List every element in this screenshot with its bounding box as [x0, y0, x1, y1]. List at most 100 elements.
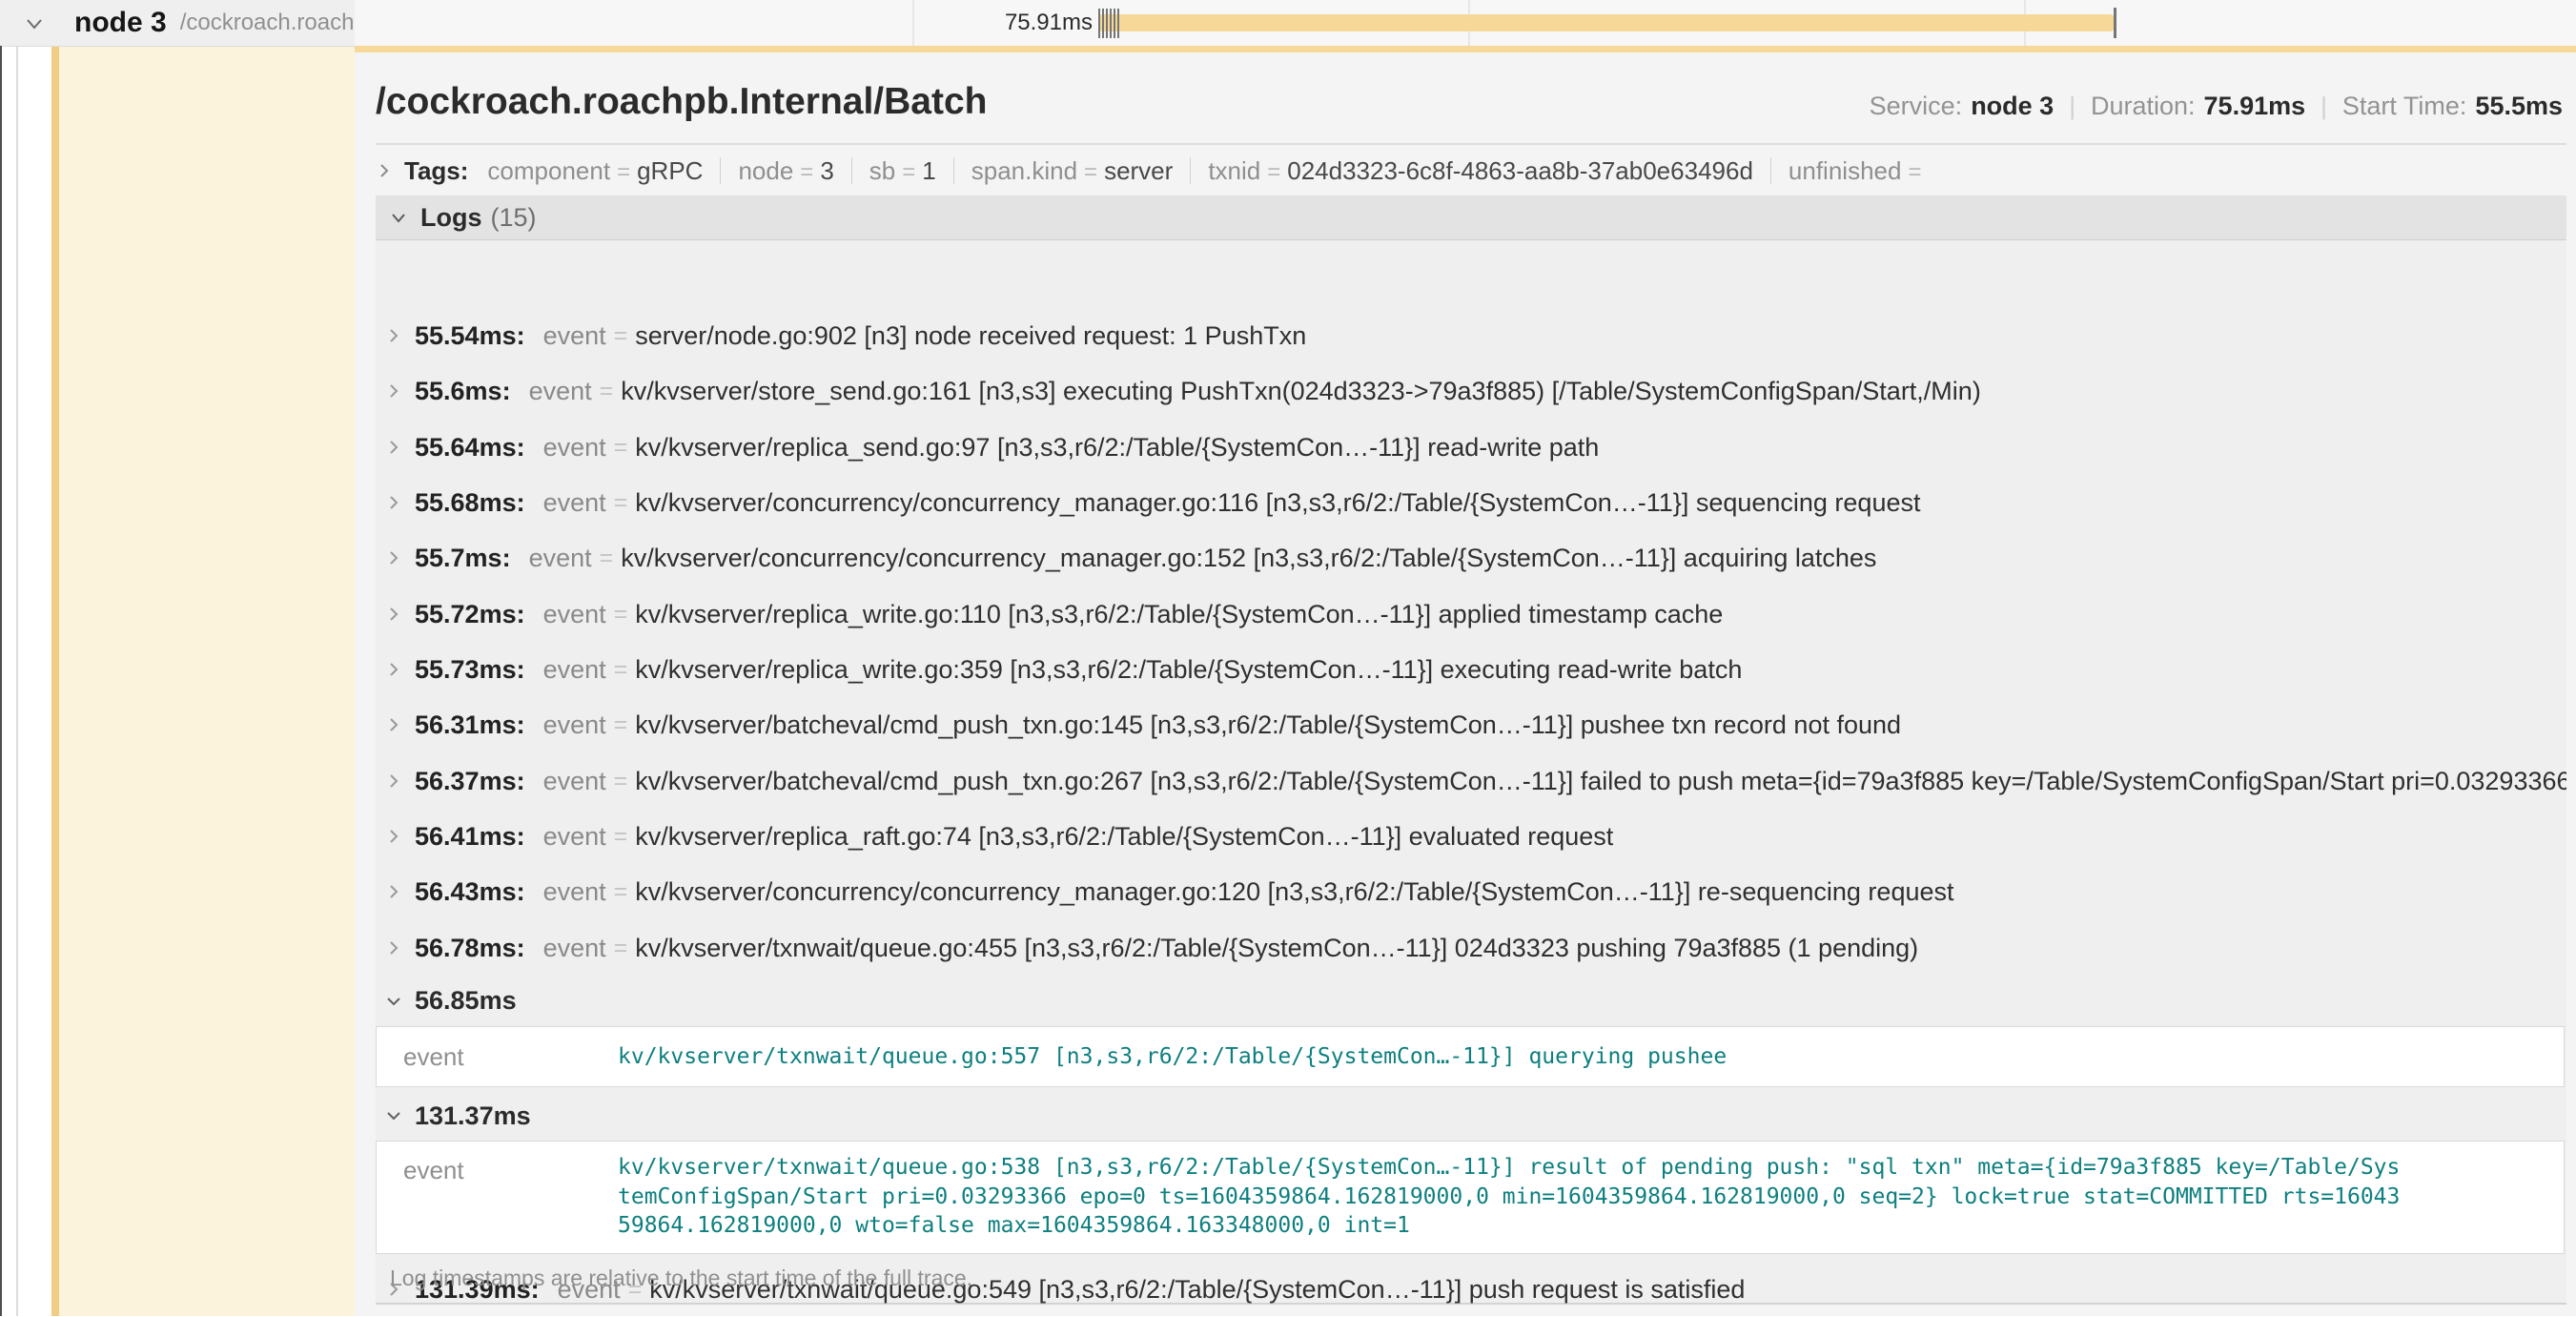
log-field-key: event [543, 433, 606, 463]
log-row[interactable]: 55.54ms: event = server/node.go:902 [n3]… [376, 308, 2566, 363]
separator: | [2069, 92, 2075, 121]
chevron-right-icon[interactable] [376, 156, 393, 186]
log-field-value: kv/kvserver/concurrency/concurrency_mana… [635, 488, 1920, 518]
log-row[interactable]: 56.41ms: event = kv/kvserver/replica_raf… [376, 809, 2566, 864]
log-field-value: kv/kvserver/concurrency/concurrency_mana… [635, 877, 1953, 907]
chevron-right-icon[interactable] [385, 439, 402, 456]
log-field-name: event [377, 1042, 618, 1072]
log-row[interactable]: 55.6ms: event = kv/kvserver/store_send.g… [376, 363, 2566, 419]
log-detail-box: event kv/kvserver/txnwait/queue.go:538 [… [376, 1141, 2565, 1254]
chevron-right-icon[interactable] [385, 772, 402, 790]
tag-separator [1190, 157, 1191, 184]
tree-indent-guide [16, 0, 18, 1316]
log-row[interactable]: 55.72ms: event = kv/kvserver/replica_wri… [376, 586, 2566, 642]
chevron-right-icon[interactable] [385, 549, 402, 566]
log-detail-line: kv/kvserver/txnwait/queue.go:557 [n3,s3,… [618, 1042, 1727, 1072]
span-color-bar [51, 4, 59, 1316]
chevron-down-icon[interactable] [385, 1107, 402, 1124]
log-row[interactable]: 56.31ms: event = kv/kvserver/batcheval/c… [376, 697, 2566, 752]
span-duration-bar[interactable] [1099, 14, 2114, 31]
chevron-right-icon[interactable] [385, 883, 402, 900]
log-timestamp: 56.43ms: [415, 877, 525, 907]
log-row-expanded-header[interactable]: 56.85ms [376, 976, 2566, 1026]
log-field-value: server/node.go:902 [n3] node received re… [635, 321, 1306, 351]
log-timestamp: 56.31ms: [415, 710, 525, 740]
log-marker-tick [1102, 9, 1104, 38]
logs-header[interactable]: Logs (15) [376, 195, 2566, 240]
log-field-value: kv/kvserver/replica_raft.go:74 [n3,s3,r6… [635, 822, 1613, 852]
span-service-name: node 3 [74, 7, 167, 39]
log-row[interactable]: 55.7ms: event = kv/kvserver/concurrency/… [376, 530, 2566, 586]
span-name-column-tint [59, 47, 355, 1316]
log-row[interactable]: 56.37ms: event = kv/kvserver/batcheval/c… [376, 753, 2566, 809]
chevron-right-icon[interactable] [385, 716, 402, 733]
tag-separator [720, 157, 721, 184]
logs-section: Logs (15) 55.54ms: event = server/node.g… [376, 195, 2566, 1305]
chevron-right-icon[interactable] [385, 828, 402, 845]
log-timestamp: 56.41ms: [415, 822, 525, 852]
log-field-key: event [543, 877, 606, 907]
log-timestamp: 56.78ms: [415, 934, 525, 963]
tag-span-kind: span.kind = server [971, 156, 1174, 186]
span-duration-label: 75.91ms [902, 0, 1093, 46]
chevron-right-icon[interactable] [385, 327, 402, 344]
log-field-value: kv/kvserver/batcheval/cmd_push_txn.go:26… [635, 767, 2566, 796]
collapse-chevron-down-icon[interactable] [23, 12, 46, 40]
log-marker-tick [1106, 9, 1108, 38]
log-detail-line: temConfigSpan/Start pri=0.03293366 epo=0… [618, 1183, 2400, 1212]
log-row[interactable]: 55.64ms: event = kv/kvserver/replica_sen… [376, 420, 2566, 475]
log-timestamp: 55.54ms: [415, 321, 525, 351]
log-row[interactable]: 56.43ms: event = kv/kvserver/concurrency… [376, 864, 2566, 919]
log-row[interactable]: 56.78ms: event = kv/kvserver/txnwait/que… [376, 920, 2566, 976]
chevron-down-icon[interactable] [389, 208, 408, 227]
span-overview: Service: node 3 | Duration: 75.91ms | St… [1870, 92, 2563, 121]
log-field-key: event [543, 488, 606, 518]
log-timestamp: 55.7ms: [415, 544, 511, 573]
chevron-right-icon[interactable] [385, 382, 402, 400]
log-field-key: event [543, 655, 606, 685]
log-timestamp: 55.64ms: [415, 433, 525, 463]
duration-value: 75.91ms [2204, 92, 2306, 121]
log-marker-tick [1110, 9, 1112, 38]
tag-component: component = gRPC [487, 156, 703, 186]
tag-separator [851, 157, 852, 184]
tag-sb: sb = 1 [869, 156, 936, 186]
logs-title[interactable]: Logs [420, 203, 482, 233]
log-timestamp: 55.6ms: [415, 377, 511, 406]
span-row-timeline-cell[interactable]: 75.91ms [355, 0, 2576, 46]
log-row[interactable]: 55.73ms: event = kv/kvserver/replica_wri… [376, 642, 2566, 697]
tag-txnid: txnid = 024d3323-6c8f-4863-aa8b-37ab0e63… [1208, 156, 1753, 186]
start-time-label: Start Time: [2342, 92, 2467, 121]
detail-panel-accent-border [355, 46, 2576, 52]
log-row[interactable]: 55.68ms: event = kv/kvserver/concurrency… [376, 475, 2566, 530]
tag-node: node = 3 [738, 156, 833, 186]
log-detail-line: kv/kvserver/txnwait/queue.go:538 [n3,s3,… [618, 1153, 2400, 1183]
service-value: node 3 [1971, 92, 2054, 121]
title-divider [376, 143, 2566, 145]
log-field-value: kv/kvserver/replica_write.go:359 [n3,s3,… [635, 655, 1742, 685]
log-field-key: event [543, 321, 606, 351]
tags-row[interactable]: Tags: component = gRPC node = 3 sb = 1 s… [376, 152, 1928, 190]
start-time-value: 55.5ms [2475, 92, 2563, 121]
log-field-name: event [377, 1153, 618, 1253]
chevron-right-icon[interactable] [385, 606, 402, 623]
log-field-key: event [543, 600, 606, 629]
timeline-left-edge [0, 46, 2, 1316]
log-field-key: event [529, 544, 592, 573]
chevron-right-icon[interactable] [385, 661, 402, 678]
log-field-key: event [529, 377, 592, 406]
log-timestamp: 55.68ms: [415, 488, 525, 518]
span-row-name-cell[interactable]: node 3 /cockroach.roach… [0, 0, 355, 47]
duration-label: Duration: [2091, 92, 2196, 121]
log-marker-tick [1098, 9, 1100, 38]
chevron-right-icon[interactable] [385, 494, 402, 511]
log-field-value: kv/kvserver/replica_write.go:110 [n3,s3,… [635, 600, 1723, 629]
chevron-right-icon[interactable] [385, 939, 402, 957]
separator: | [2320, 92, 2327, 121]
log-row-expanded-header[interactable]: 131.37ms [376, 1091, 2566, 1141]
chevron-down-icon[interactable] [385, 993, 402, 1010]
log-detail-box: event kv/kvserver/txnwait/queue.go:557 [… [376, 1026, 2565, 1087]
tags-label[interactable]: Tags: [404, 156, 468, 186]
log-field-value: kv/kvserver/concurrency/concurrency_mana… [621, 544, 1876, 573]
tag-separator [1770, 157, 1771, 184]
